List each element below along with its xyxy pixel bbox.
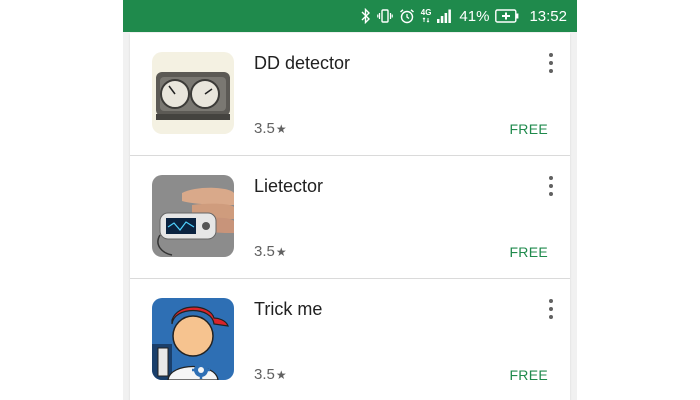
network-type-label: 4G	[420, 8, 432, 17]
alarm-icon	[399, 8, 415, 24]
star-icon: ★	[275, 245, 287, 259]
phone-screen: 4G 41% 13:52 DD detector 3.5★ FREE Liete…	[123, 0, 577, 400]
clock: 13:52	[529, 7, 567, 25]
app-title[interactable]: DD detector	[254, 53, 350, 74]
app-card-dd-detector[interactable]: DD detector 3.5★ FREE	[130, 33, 570, 156]
star-icon: ★	[275, 122, 287, 136]
app-rating: 3.5★	[254, 243, 287, 260]
rating-value: 3.5	[254, 120, 275, 137]
bluetooth-icon	[361, 8, 371, 24]
gauge-detector-icon	[152, 52, 234, 134]
app-card-lietector[interactable]: Lietector 3.5★ FREE	[130, 156, 570, 279]
more-options-button[interactable]	[546, 299, 556, 319]
app-price[interactable]: FREE	[509, 367, 548, 383]
more-options-button[interactable]	[546, 53, 556, 73]
app-title[interactable]: Trick me	[254, 299, 322, 320]
signal-icon	[437, 9, 452, 23]
app-title[interactable]: Lietector	[254, 176, 323, 197]
cartoon-kid-icon	[152, 298, 234, 380]
network-4g-icon: 4G	[420, 8, 432, 23]
rating-value: 3.5	[254, 243, 275, 260]
finger-sensor-icon	[152, 175, 234, 257]
star-icon: ★	[275, 368, 287, 382]
app-price[interactable]: FREE	[509, 121, 548, 137]
rating-value: 3.5	[254, 366, 275, 383]
more-options-button[interactable]	[546, 176, 556, 196]
app-rating: 3.5★	[254, 120, 287, 137]
app-card-trick-me[interactable]: Trick me 3.5★ FREE	[130, 279, 570, 400]
battery-percent: 41%	[459, 7, 490, 25]
battery-icon	[495, 9, 519, 23]
app-rating: 3.5★	[254, 366, 287, 383]
vibrate-icon	[376, 8, 393, 24]
status-bar: 4G 41% 13:52	[123, 0, 577, 32]
app-price[interactable]: FREE	[509, 244, 548, 260]
